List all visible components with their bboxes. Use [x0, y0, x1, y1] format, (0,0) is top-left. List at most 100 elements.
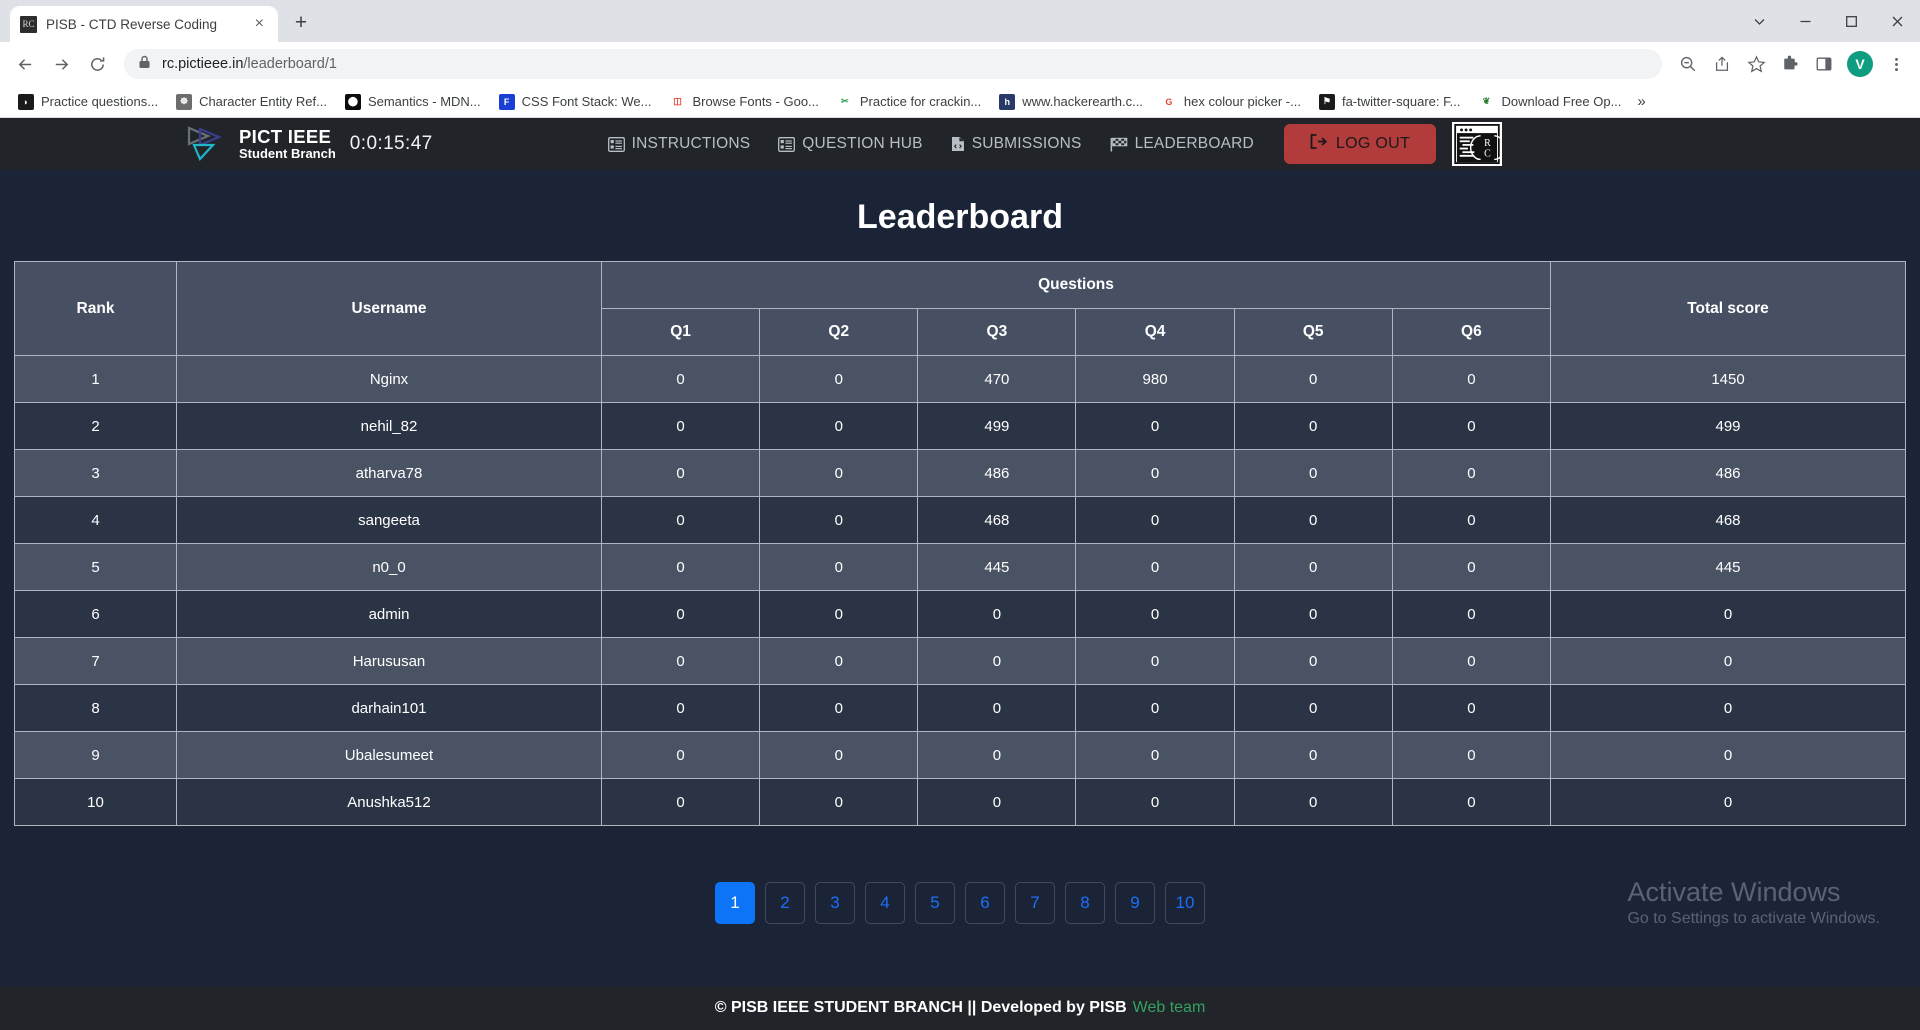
- bookmarks-bar: ◗ Practice questions... ☸ Character Entity …: [0, 86, 1920, 118]
- header-username: Username: [176, 261, 602, 356]
- watermark-title: Activate Windows: [1627, 877, 1841, 908]
- cell-q6: 0: [1391, 731, 1552, 779]
- cell-total-score: 0: [1550, 778, 1906, 826]
- bookmark-item[interactable]: h www.hackerearth.c...: [991, 91, 1151, 113]
- footer-text: © PISB IEEE STUDENT BRANCH || Developed …: [714, 999, 1127, 1016]
- reverse-coding-logo[interactable]: R C: [1452, 122, 1503, 166]
- table-row: 2 nehil_82 0 0 499 0 0 0 499: [14, 402, 1906, 450]
- cell-rank: 6: [14, 590, 177, 638]
- bookmark-item[interactable]: ☸ Character Entity Ref...: [168, 91, 335, 113]
- bookmark-item[interactable]: ◗ Practice questions...: [10, 91, 166, 113]
- cell-rank: 2: [14, 402, 177, 450]
- nav-links: INSTRUCTIONS QUESTION HUB SUBMISSIONS LE…: [607, 135, 1254, 153]
- footer-web-team-link[interactable]: Web team: [1133, 999, 1206, 1017]
- pagination-page-8[interactable]: 8: [1065, 882, 1105, 924]
- page-content: PICT IEEE Student Branch 0:0:15:47 INSTR…: [0, 118, 1920, 986]
- watermark-subtitle: Go to Settings to activate Windows.: [1627, 910, 1880, 927]
- pagination-page-9[interactable]: 9: [1115, 882, 1155, 924]
- lock-icon: [138, 55, 151, 74]
- pagination-page-4[interactable]: 4: [865, 882, 905, 924]
- back-arrow-icon[interactable]: [8, 47, 42, 81]
- pagination-page-5[interactable]: 5: [915, 882, 955, 924]
- maximize-icon[interactable]: [1828, 0, 1874, 42]
- header-question-q2: Q2: [759, 308, 919, 356]
- window-controls: [1736, 0, 1920, 42]
- cell-q1: 0: [600, 684, 761, 732]
- logout-button[interactable]: LOG OUT: [1283, 124, 1437, 164]
- bookmark-item[interactable]: ◫ Browse Fonts - Goo...: [661, 91, 826, 113]
- brand[interactable]: PICT IEEE Student Branch: [186, 125, 336, 163]
- bookmark-label: Download Free Op...: [1501, 94, 1622, 109]
- cell-q4: 0: [1075, 543, 1235, 591]
- browser-tab[interactable]: RC PISB - CTD Reverse Coding ×: [10, 6, 278, 42]
- table-row: 8 darhain101 0 0 0 0 0 0 0: [14, 684, 1906, 732]
- side-panel-icon[interactable]: [1808, 48, 1840, 80]
- cell-q5: 0: [1233, 355, 1393, 403]
- bookmark-item[interactable]: ⚑ fa-twitter-square: F...: [1311, 91, 1468, 113]
- cell-q6: 0: [1391, 637, 1552, 685]
- table-row: 10 Anushka512 0 0 0 0 0 0 0: [14, 778, 1906, 826]
- cell-username: Ubalesumeet: [176, 731, 602, 779]
- bookmark-item[interactable]: ✂ Practice for crackin...: [829, 91, 989, 113]
- cell-rank: 10: [14, 778, 177, 826]
- cell-q5: 0: [1233, 684, 1393, 732]
- cell-q2: 0: [759, 402, 919, 450]
- minimize-icon[interactable]: [1782, 0, 1828, 42]
- green-leaf-icon: ❦: [1478, 93, 1495, 110]
- cell-q3: 468: [917, 496, 1077, 544]
- pagination-page-10[interactable]: 10: [1165, 882, 1205, 924]
- bookmark-item[interactable]: ❦ Download Free Op...: [1470, 91, 1629, 113]
- tab-close-icon[interactable]: ×: [251, 14, 268, 34]
- cell-rank: 3: [14, 449, 177, 497]
- pagination-page-6[interactable]: 6: [965, 882, 1005, 924]
- tab-favicon-icon: RC: [20, 15, 37, 33]
- cell-q5: 0: [1233, 496, 1393, 544]
- google-fonts-icon: ◫: [669, 93, 686, 110]
- cell-q5: 0: [1233, 590, 1393, 638]
- forward-arrow-icon[interactable]: [44, 47, 78, 81]
- bookmark-label: Semantics - MDN...: [367, 94, 481, 109]
- close-icon[interactable]: [1874, 0, 1920, 42]
- cell-username: Anushka512: [176, 778, 602, 826]
- nav-item-question-hub[interactable]: QUESTION HUB: [778, 135, 922, 153]
- cell-username: sangeeta: [176, 496, 602, 544]
- cell-total-score: 0: [1550, 684, 1906, 732]
- chevron-down-icon[interactable]: [1736, 0, 1782, 42]
- cell-q6: 0: [1391, 778, 1552, 826]
- cell-q1: 0: [600, 402, 761, 450]
- app-navbar: PICT IEEE Student Branch 0:0:15:47 INSTR…: [0, 118, 1920, 170]
- share-icon[interactable]: [1706, 48, 1738, 80]
- table-header-row-1: Rank Username Questions Total score: [14, 261, 1906, 356]
- bookmark-label: Browse Fonts - Goo...: [692, 94, 819, 109]
- pagination-page-2[interactable]: 2: [765, 882, 805, 924]
- bookmark-star-icon[interactable]: [1740, 48, 1772, 80]
- nav-item-submissions[interactable]: SUBMISSIONS: [951, 135, 1082, 153]
- cell-q2: 0: [759, 449, 919, 497]
- new-tab-button[interactable]: +: [284, 6, 318, 40]
- cell-username: admin: [176, 590, 602, 638]
- nav-item-instructions[interactable]: INSTRUCTIONS: [607, 135, 751, 153]
- bookmark-item[interactable]: ⬤ Semantics - MDN...: [337, 91, 489, 113]
- address-bar[interactable]: rc.pictieee.in/leaderboard/1: [124, 49, 1662, 79]
- pagination-page-7[interactable]: 7: [1015, 882, 1055, 924]
- extensions-icon[interactable]: [1774, 48, 1806, 80]
- pagination-page-1[interactable]: 1: [715, 882, 755, 924]
- list-alt-icon: [778, 136, 796, 152]
- pagination-page-3[interactable]: 3: [815, 882, 855, 924]
- cell-q5: 0: [1233, 731, 1393, 779]
- bookmark-item[interactable]: Ghex colour picker -...: [1153, 91, 1309, 113]
- cell-q2: 0: [759, 543, 919, 591]
- bookmark-item[interactable]: F CSS Font Stack: We...: [491, 91, 660, 113]
- table-body: 1 Nginx 0 0 470 980 0 0 1450 2 nehil_82 0 0 499 0 0 0 499…: [14, 355, 1906, 826]
- profile-avatar[interactable]: V: [1847, 51, 1873, 77]
- tab-strip: RC PISB - CTD Reverse Coding × +: [0, 0, 1920, 42]
- cell-q1: 0: [600, 449, 761, 497]
- header-total-score: Total score: [1550, 261, 1906, 356]
- cell-q3: 0: [917, 731, 1077, 779]
- reload-icon[interactable]: [80, 47, 114, 81]
- bookmark-label: hex colour picker -...: [1183, 94, 1301, 109]
- zoom-out-icon[interactable]: [1672, 48, 1704, 80]
- bookmarks-overflow-button[interactable]: »: [1631, 91, 1651, 112]
- three-dot-menu-icon[interactable]: [1880, 48, 1912, 80]
- nav-item-leaderboard[interactable]: LEADERBOARD: [1110, 135, 1254, 153]
